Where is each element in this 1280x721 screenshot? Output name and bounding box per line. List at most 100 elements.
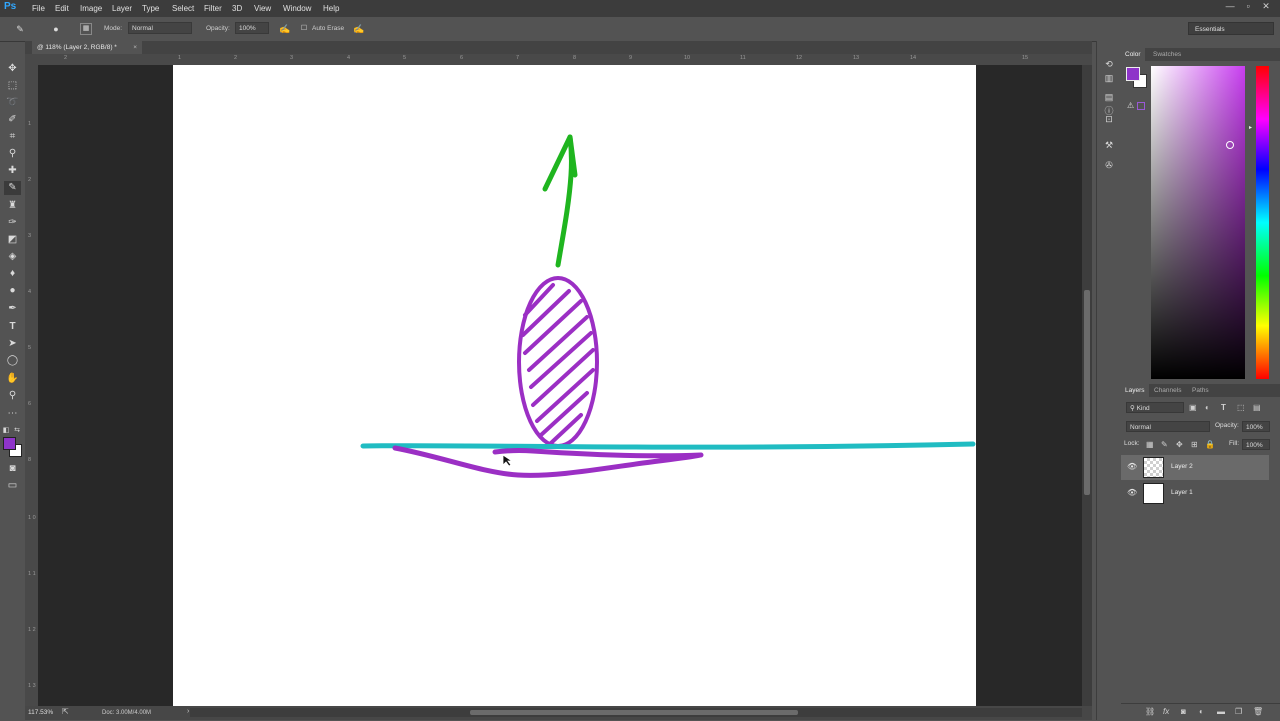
pressure-opacity-icon[interactable]: ✍ xyxy=(279,23,291,35)
filter-smart-object-icon[interactable]: ▤ xyxy=(1253,403,1261,412)
menu-window[interactable]: Window xyxy=(283,4,311,13)
screen-mode-icon[interactable]: ▭ xyxy=(4,479,21,493)
web-safe-swatch[interactable] xyxy=(1137,102,1145,110)
document-info[interactable]: Doc: 3.00M/4.00M xyxy=(102,708,182,718)
zoom-tool-icon[interactable]: ⚲ xyxy=(4,389,21,403)
menu-edit[interactable]: Edit xyxy=(55,4,69,13)
lock-artboard-icon[interactable]: ⊞ xyxy=(1191,440,1198,449)
pencil-tool-preset-icon[interactable]: ✎ xyxy=(14,23,26,35)
layer-style-icon[interactable]: fx xyxy=(1163,707,1169,716)
marquee-tool-icon[interactable]: ⬚ xyxy=(4,79,21,93)
blur-tool-icon[interactable]: ♦ xyxy=(4,267,21,281)
color-panel-foreground-swatch[interactable] xyxy=(1126,67,1140,81)
lasso-tool-icon[interactable]: ➰ xyxy=(4,96,21,110)
menu-file[interactable]: File xyxy=(32,4,45,13)
ellipse-tool-icon[interactable]: ◯ xyxy=(4,354,21,368)
filter-shape-icon[interactable]: ⬚ xyxy=(1237,403,1245,412)
tab-paths[interactable]: Paths xyxy=(1188,384,1213,397)
lock-all-icon[interactable]: 🔒 xyxy=(1205,440,1215,449)
minimize-button[interactable]: — xyxy=(1222,1,1238,11)
menu-help[interactable]: Help xyxy=(323,4,339,13)
menu-type[interactable]: Type xyxy=(142,4,159,13)
close-window-button[interactable]: ✕ xyxy=(1258,1,1274,12)
lock-position-icon[interactable]: ✥ xyxy=(1176,440,1183,449)
menu-3d[interactable]: 3D xyxy=(232,4,242,13)
vertical-scroll-thumb[interactable] xyxy=(1084,290,1090,495)
brush-panel-icon[interactable]: ▦ xyxy=(80,23,92,35)
link-layers-icon[interactable]: ⛓ xyxy=(1145,707,1155,716)
zoom-level-field[interactable]: 117.53% xyxy=(28,708,58,718)
hue-marker-icon[interactable]: ▸ xyxy=(1249,124,1252,131)
crop-tool-icon[interactable]: ⌗ xyxy=(4,130,21,144)
hue-slider[interactable] xyxy=(1256,66,1269,379)
layer-filter-select[interactable]: ⚲ Kind xyxy=(1126,402,1184,413)
menu-view[interactable]: View xyxy=(254,4,271,13)
layer-row-layer-2[interactable]: 👁 Layer 2 xyxy=(1121,455,1269,480)
tab-color[interactable]: Color xyxy=(1121,48,1145,61)
quick-mask-icon[interactable]: ◙ xyxy=(4,462,21,476)
color-field[interactable] xyxy=(1151,66,1245,379)
layer-name[interactable]: Layer 2 xyxy=(1171,463,1193,470)
quick-select-tool-icon[interactable]: ✐ xyxy=(4,113,21,127)
new-layer-icon[interactable]: ❐ xyxy=(1235,707,1242,716)
document-tab[interactable]: @ 118% (Layer 2, RGB/8) * × xyxy=(32,41,142,54)
visibility-eye-icon[interactable]: 👁 xyxy=(1127,462,1137,471)
history-brush-tool-icon[interactable]: ✑ xyxy=(4,216,21,230)
export-icon[interactable]: ⇱ xyxy=(62,707,69,716)
history-panel-icon[interactable]: ⟲ xyxy=(1102,57,1116,71)
pencil-tool-icon[interactable]: ✎ xyxy=(4,181,21,195)
layer-row-layer-1[interactable]: 👁 Layer 1 xyxy=(1121,481,1269,506)
new-adjustment-layer-icon[interactable]: ◐ xyxy=(1199,707,1204,716)
move-tool-icon[interactable]: ✥ xyxy=(4,62,21,76)
tab-channels[interactable]: Channels xyxy=(1150,384,1185,397)
tool-presets-icon[interactable]: ⚒ xyxy=(1102,138,1116,152)
close-tab-icon[interactable]: × xyxy=(133,41,137,54)
pressure-size-icon[interactable]: ✍ xyxy=(353,23,365,35)
lock-transparent-icon[interactable]: ▦ xyxy=(1146,440,1154,449)
menu-image[interactable]: Image xyxy=(80,4,102,13)
adjustments-panel-icon[interactable]: ▤ xyxy=(1102,90,1116,104)
tab-layers[interactable]: Layers xyxy=(1121,384,1149,397)
foreground-color-swatch[interactable] xyxy=(3,437,16,450)
auto-erase-checkbox[interactable]: ☐ xyxy=(298,23,310,35)
blend-mode-select[interactable]: Normal xyxy=(1126,421,1210,432)
delete-layer-icon[interactable]: 🗑 xyxy=(1253,707,1263,716)
status-menu-arrow-icon[interactable]: › xyxy=(187,708,189,715)
workspace-select[interactable]: Essentials xyxy=(1188,22,1274,35)
maximize-button[interactable]: ▫ xyxy=(1240,1,1256,11)
layer-opacity-field[interactable]: 100% xyxy=(1242,421,1270,432)
layer-name[interactable]: Layer 1 xyxy=(1171,489,1193,496)
gamut-warning-icon[interactable]: ⚠ xyxy=(1127,101,1134,110)
pasteboard[interactable] xyxy=(38,65,1082,706)
add-mask-icon[interactable]: ◙ xyxy=(1181,707,1186,716)
healing-brush-tool-icon[interactable]: ✚ xyxy=(4,164,21,178)
path-selection-tool-icon[interactable]: ➤ xyxy=(4,337,21,351)
type-tool-icon[interactable]: T xyxy=(4,320,21,334)
dodge-tool-icon[interactable]: ● xyxy=(4,284,21,298)
menu-select[interactable]: Select xyxy=(172,4,194,13)
visibility-eye-icon[interactable]: 👁 xyxy=(1127,488,1137,497)
tab-swatches[interactable]: Swatches xyxy=(1149,48,1185,61)
ruler-origin[interactable] xyxy=(25,54,38,65)
color-picker-marker[interactable] xyxy=(1226,141,1234,149)
menu-filter[interactable]: Filter xyxy=(204,4,222,13)
brush-size-icon[interactable]: ● xyxy=(50,23,62,35)
swap-colors-icon[interactable]: ⇆ xyxy=(12,424,22,438)
filter-adjustment-icon[interactable]: ◐ xyxy=(1205,403,1210,412)
new-group-icon[interactable]: ▬ xyxy=(1217,707,1225,716)
opacity-field[interactable]: 100% xyxy=(235,22,269,34)
brush-presets-icon[interactable]: ✇ xyxy=(1102,158,1116,172)
filter-pixel-icon[interactable]: ▣ xyxy=(1189,403,1197,412)
paint-bucket-tool-icon[interactable]: ◈ xyxy=(4,250,21,264)
navigator-panel-icon[interactable]: ⊡ xyxy=(1102,112,1116,126)
eyedropper-tool-icon[interactable]: ⚲ xyxy=(4,147,21,161)
horizontal-scroll-thumb[interactable] xyxy=(470,710,798,715)
mode-select[interactable]: Normal xyxy=(128,22,192,34)
pen-tool-icon[interactable]: ✒ xyxy=(4,302,21,316)
properties-panel-icon[interactable]: ▥ xyxy=(1102,71,1116,85)
more-tools-icon[interactable]: ⋯ xyxy=(4,407,21,421)
default-colors-icon[interactable]: ◧ xyxy=(1,424,11,438)
hand-tool-icon[interactable]: ✋ xyxy=(4,372,21,386)
filter-type-icon[interactable]: T xyxy=(1221,403,1226,412)
fill-field[interactable]: 100% xyxy=(1242,439,1270,450)
